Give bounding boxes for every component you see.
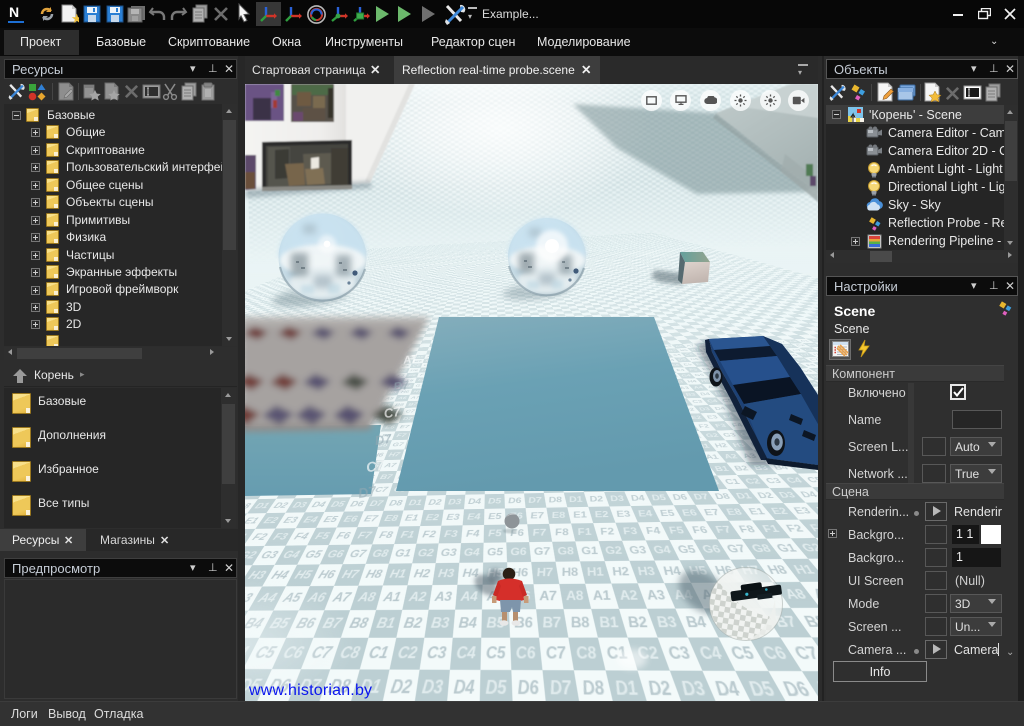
- svg-text:A7: A7: [401, 353, 418, 367]
- svg-text:C7: C7: [383, 404, 402, 421]
- svg-text:★: ★: [71, 11, 79, 24]
- svg-text:D7: D7: [357, 483, 378, 502]
- svg-text:D7: D7: [374, 431, 393, 448]
- svg-text:C7: C7: [365, 457, 386, 476]
- svg-text:B7: B7: [393, 378, 411, 394]
